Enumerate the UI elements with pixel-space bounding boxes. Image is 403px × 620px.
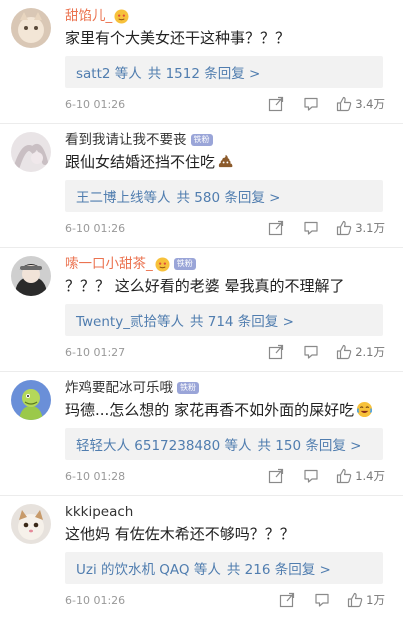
reply-users[interactable]: 王二博上线等人 [76, 186, 171, 206]
avatar[interactable] [11, 132, 51, 172]
comment-icon[interactable] [303, 96, 319, 112]
comment-time: 6-10 01:26 [65, 593, 126, 607]
username[interactable]: 炸鸡要配冰可乐哦 [65, 379, 173, 397]
comment-item: 炸鸡要配冰可乐哦 铁粉 玛德...怎么想的 家花再香不如外面的屎好吃 轻轻大人 … [0, 372, 403, 496]
comment-icon[interactable] [314, 592, 330, 608]
comment-text-content: 家里有个大美女还干这种事？？？ [65, 29, 291, 47]
like-button[interactable]: 3.1万 [336, 220, 385, 236]
reply-count-link[interactable]: 共 150 条回复 > [257, 434, 361, 454]
comment-icon[interactable] [303, 344, 319, 360]
share-icon[interactable] [279, 592, 295, 608]
comment-item: 甜馅儿_ 家里有个大美女还干这种事？？？ satt2 等人 共 1512 条回复… [0, 0, 403, 124]
like-count: 1万 [366, 593, 385, 607]
poop-emoji-icon [217, 153, 234, 170]
comment-text: 家里有个大美女还干这种事？？？ [65, 28, 290, 48]
comment-text: ？？？ 这么好看的老婆 晕我真的不理解了 [65, 276, 345, 296]
like-icon [336, 220, 352, 236]
like-button[interactable]: 1.4万 [336, 468, 385, 484]
comment-text-content: ？？？ 这么好看的老婆 晕我真的不理解了 [65, 277, 345, 295]
share-icon[interactable] [268, 96, 284, 112]
like-count: 1.4万 [355, 469, 385, 483]
reply-count-link[interactable]: 共 580 条回复 > [177, 186, 281, 206]
share-icon[interactable] [268, 344, 284, 360]
like-button[interactable]: 1万 [347, 592, 385, 608]
fan-badge: 铁粉 [173, 258, 196, 270]
fan-badge: 铁粉 [190, 134, 213, 146]
reply-users[interactable]: 轻轻大人 6517238480 等人 [76, 434, 251, 454]
comment-text-content: 跟仙女结婚还挡不住吃 [65, 153, 216, 171]
reply-count-link[interactable]: 共 714 条回复 > [190, 310, 294, 330]
username[interactable]: 看到我请让我不要丧 [65, 131, 187, 149]
comment-text: 这他妈 有佐佐木希还不够吗？？？ [65, 524, 295, 544]
comment-item: 嗦一口小甜茶_ 铁粉 ？？？ 这么好看的老婆 晕我真的不理解了 Twenty_贰… [0, 248, 403, 372]
comment-text-content: 这他妈 有佐佐木希还不够吗？？？ [65, 525, 295, 543]
reply-users[interactable]: Uzi 的饮水机 QAQ 等人 [76, 558, 221, 578]
comment-time: 6-10 01:27 [65, 345, 126, 359]
comment-icon[interactable] [303, 220, 319, 236]
comment-item: 看到我请让我不要丧 铁粉 跟仙女结婚还挡不住吃 王二博上线等人 共 580 条回… [0, 124, 403, 248]
like-button[interactable]: 3.4万 [336, 96, 385, 112]
comment-text: 跟仙女结婚还挡不住吃 [65, 152, 234, 172]
avatar[interactable] [11, 504, 51, 544]
comment-item: kkkipeach 这他妈 有佐佐木希还不够吗？？？ Uzi 的饮水机 QAQ … [0, 496, 403, 620]
comment-time: 6-10 01:26 [65, 221, 126, 235]
like-count: 3.4万 [355, 97, 385, 111]
avatar[interactable] [11, 256, 51, 296]
avatar[interactable] [11, 380, 51, 420]
reply-users[interactable]: satt2 等人 [76, 62, 142, 82]
vip-face-icon [155, 256, 170, 272]
like-count: 2.1万 [355, 345, 385, 359]
comment-icon[interactable] [303, 468, 319, 484]
username[interactable]: 嗦一口小甜茶_ [65, 255, 153, 273]
reply-count-link[interactable]: 共 216 条回复 > [227, 558, 331, 578]
reply-users[interactable]: Twenty_贰拾等人 [76, 310, 184, 330]
comment-text-content: 玛德...怎么想的 家花再香不如外面的屎好吃 [65, 401, 355, 419]
like-icon [336, 344, 352, 360]
avatar[interactable] [11, 8, 51, 48]
username[interactable]: kkkipeach [65, 503, 133, 521]
replies-box[interactable]: Uzi 的饮水机 QAQ 等人 共 216 条回复 > [65, 552, 383, 584]
like-icon [336, 468, 352, 484]
share-icon[interactable] [268, 468, 284, 484]
comment-text: 玛德...怎么想的 家花再香不如外面的屎好吃 [65, 400, 373, 420]
reply-count-link[interactable]: 共 1512 条回复 > [148, 62, 261, 82]
share-icon[interactable] [268, 220, 284, 236]
crying-laughing-emoji-icon [356, 401, 373, 418]
comment-time: 6-10 01:28 [65, 469, 126, 483]
like-count: 3.1万 [355, 221, 385, 235]
vip-face-icon [114, 8, 129, 24]
like-icon [336, 96, 352, 112]
replies-box[interactable]: Twenty_贰拾等人 共 714 条回复 > [65, 304, 383, 336]
like-icon [347, 592, 363, 608]
fan-badge: 铁粉 [177, 382, 199, 394]
replies-box[interactable]: 轻轻大人 6517238480 等人 共 150 条回复 > [65, 428, 383, 460]
username[interactable]: 甜馅儿_ [65, 7, 112, 25]
comment-time: 6-10 01:26 [65, 97, 126, 111]
replies-box[interactable]: 王二博上线等人 共 580 条回复 > [65, 180, 383, 212]
like-button[interactable]: 2.1万 [336, 344, 385, 360]
replies-box[interactable]: satt2 等人 共 1512 条回复 > [65, 56, 383, 88]
